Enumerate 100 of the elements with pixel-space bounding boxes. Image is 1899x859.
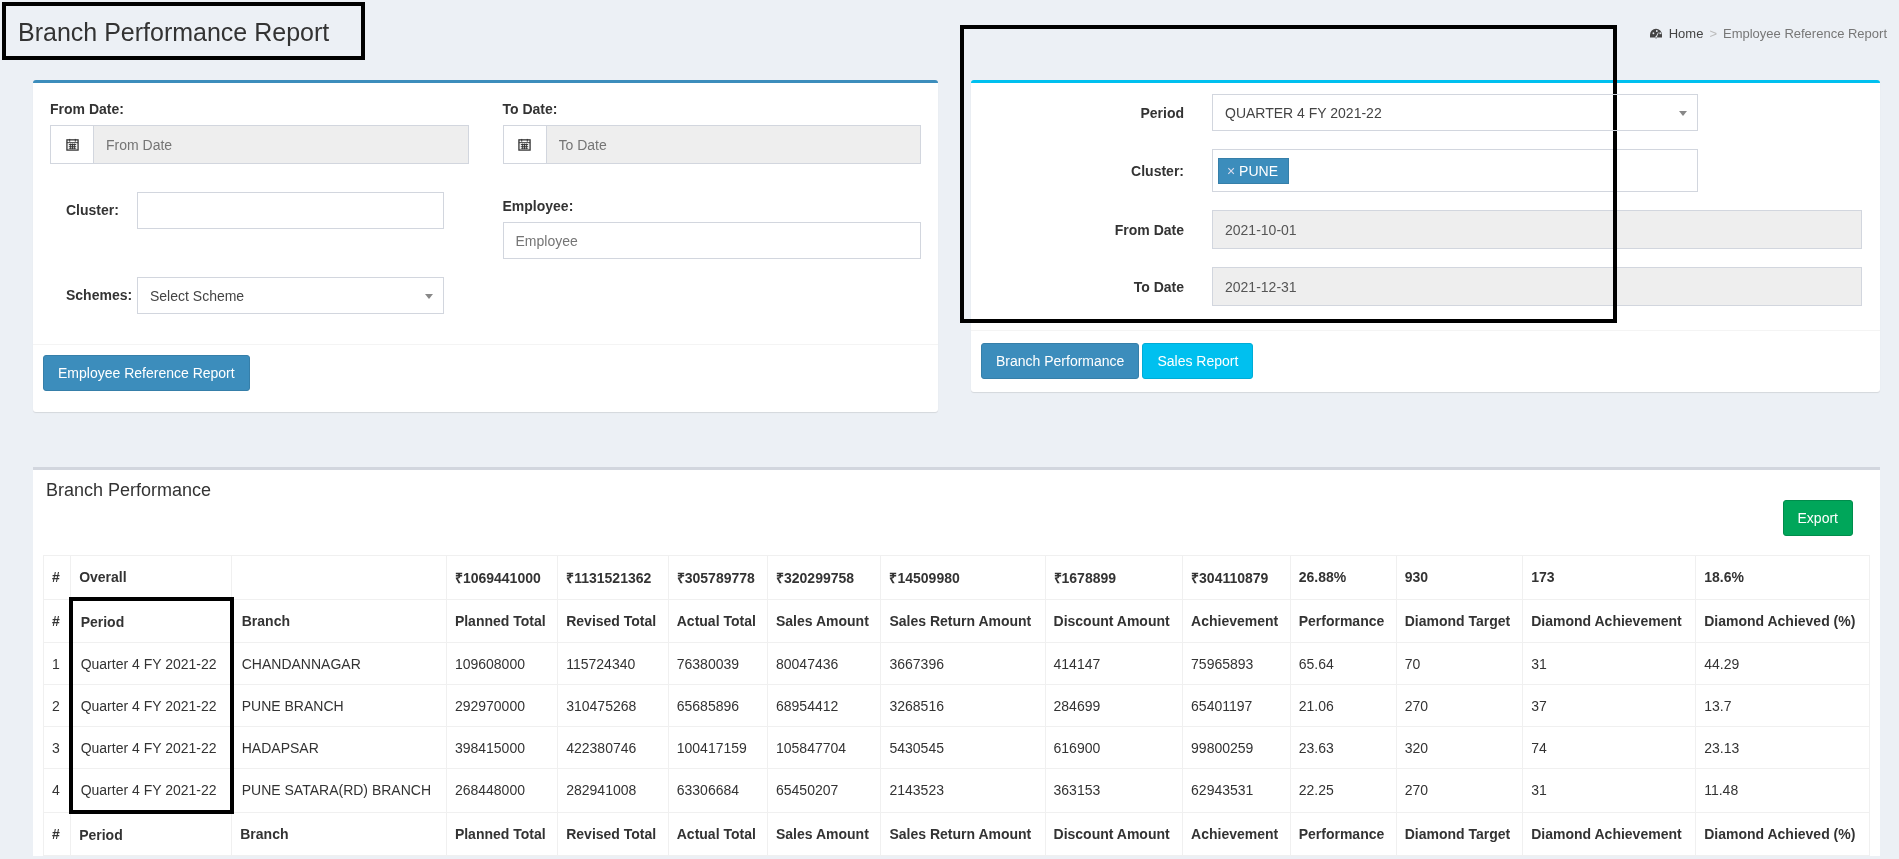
table-cell: 76380039: [668, 642, 768, 685]
cluster-tag[interactable]: × PUNE: [1218, 157, 1289, 184]
column-header: Sales Amount: [767, 599, 881, 643]
table-cell: 3667396: [880, 642, 1046, 685]
table-cell: 23.13: [1695, 726, 1870, 769]
table-cell: ₹1069441000: [446, 555, 558, 599]
column-footer: Revised Total: [557, 812, 669, 856]
table-cell: 23.63: [1290, 726, 1397, 769]
column-header: Diamond Achieved (%): [1695, 599, 1870, 643]
breadcrumb-separator: >: [1709, 26, 1717, 41]
table-cell: 398415000: [446, 726, 558, 769]
table-cell: 31: [1522, 768, 1696, 812]
table-cell: ₹1678899: [1045, 555, 1183, 599]
column-footer: Discount Amount: [1045, 812, 1183, 856]
period-select[interactable]: QUARTER 4 FY 2021-22: [1212, 94, 1698, 131]
table-cell: #: [43, 555, 71, 599]
field-label: Employee:: [502, 198, 575, 214]
cluster-field[interactable]: [137, 192, 444, 229]
table-cell: 65.64: [1290, 642, 1397, 685]
table-cell: 310475268: [557, 684, 669, 727]
report-button[interactable]: Branch Performance: [981, 343, 1140, 379]
table-cell: 13.7: [1695, 684, 1870, 727]
remove-tag-button[interactable]: ×: [1227, 162, 1236, 179]
breadcrumb-home-link[interactable]: Home: [1668, 26, 1704, 41]
table-cell: 4: [43, 768, 71, 812]
table-cell: Overall: [70, 555, 232, 599]
caret-icon: [425, 294, 433, 299]
column-header: Diamond Target: [1396, 599, 1523, 643]
table-cell: 282941008: [557, 768, 669, 812]
field-label: Schemes:: [65, 287, 134, 305]
table-cell: 21.06: [1290, 684, 1397, 727]
column-header: Branch: [231, 599, 447, 643]
column-footer: Diamond Target: [1396, 812, 1523, 856]
table-cell: Quarter 4 FY 2021-22: [70, 684, 232, 727]
column-footer: Diamond Achievement: [1522, 812, 1696, 856]
to-date-field[interactable]: 2021-12-31: [1212, 267, 1862, 306]
table-cell: 65450207: [767, 768, 881, 812]
calendar-icon: [65, 138, 79, 151]
export-button[interactable]: Export: [1782, 500, 1853, 536]
to-date-field[interactable]: To Date: [502, 125, 921, 164]
table-cell: 115724340: [557, 642, 669, 685]
table-cell: 5430545: [880, 726, 1046, 769]
table-cell: 26.88%: [1290, 555, 1397, 599]
table-cell: Quarter 4 FY 2021-22: [70, 642, 232, 685]
table-cell: 31: [1522, 642, 1696, 685]
column-header: Period: [70, 599, 232, 643]
table-cell: 3: [43, 726, 71, 769]
column-footer: Actual Total: [668, 812, 768, 856]
dashboard-icon: [1648, 27, 1663, 40]
column-header: Revised Total: [557, 599, 669, 643]
column-footer: Branch: [231, 812, 447, 856]
table-cell: 422380746: [557, 726, 669, 769]
column-header: Actual Total: [668, 599, 768, 643]
column-header: #: [43, 599, 71, 643]
column-footer: Sales Return Amount: [880, 812, 1046, 856]
caret-icon: [1679, 111, 1687, 116]
column-footer: Period: [70, 812, 232, 856]
from-date-field[interactable]: From Date: [50, 125, 469, 164]
from-date-field[interactable]: 2021-10-01: [1212, 210, 1862, 249]
table-cell: 173: [1522, 555, 1696, 599]
table-cell: 2143523: [880, 768, 1046, 812]
section-title: Branch Performance: [46, 480, 212, 502]
table-cell: 65685896: [668, 684, 768, 727]
table-cell: 74: [1522, 726, 1696, 769]
field-label: To Date:: [502, 101, 559, 117]
table-cell: 270: [1396, 684, 1523, 727]
table-cell: 109608000: [446, 642, 558, 685]
table-cell: 80047436: [767, 642, 881, 685]
table-cell: 268448000: [446, 768, 558, 812]
table-cell: PUNE BRANCH: [231, 684, 447, 727]
field-label: To Date: [1132, 278, 1185, 295]
field-label: Period: [1139, 104, 1185, 121]
employee-field[interactable]: Employee: [502, 222, 921, 259]
column-header: Sales Return Amount: [880, 599, 1046, 643]
employee-reference-report-button[interactable]: Employee Reference Report: [43, 355, 250, 391]
table-cell: 1: [43, 642, 71, 685]
column-header: Achievement: [1182, 599, 1291, 643]
table-cell: 292970000: [446, 684, 558, 727]
table-cell: 65401197: [1182, 684, 1291, 727]
page-title: Branch Performance Report: [2, 2, 365, 60]
column-footer: Diamond Achieved (%): [1695, 812, 1870, 856]
schemes-select[interactable]: Select Scheme: [137, 277, 444, 314]
table-cell: 22.25: [1290, 768, 1397, 812]
table-cell: 363153: [1045, 768, 1183, 812]
report-button[interactable]: Sales Report: [1142, 343, 1254, 379]
table-cell: CHANDANNAGAR: [231, 642, 447, 685]
table-cell: HADAPSAR: [231, 726, 447, 769]
column-footer: Achievement: [1182, 812, 1291, 856]
column-footer: Planned Total: [446, 812, 558, 856]
table-cell: 320: [1396, 726, 1523, 769]
table-cell: ₹14509980: [880, 555, 1046, 599]
table-cell: 68954412: [767, 684, 881, 727]
table-cell: 105847704: [767, 726, 881, 769]
calendar-icon: [518, 138, 531, 151]
table-cell: ₹304110879: [1182, 555, 1291, 599]
table-cell: 3268516: [880, 684, 1046, 727]
column-footer: Sales Amount: [767, 812, 881, 856]
table-cell: PUNE SATARA(RD) BRANCH: [231, 768, 447, 812]
table-cell: 37: [1522, 684, 1696, 727]
table-cell: 930: [1396, 555, 1523, 599]
